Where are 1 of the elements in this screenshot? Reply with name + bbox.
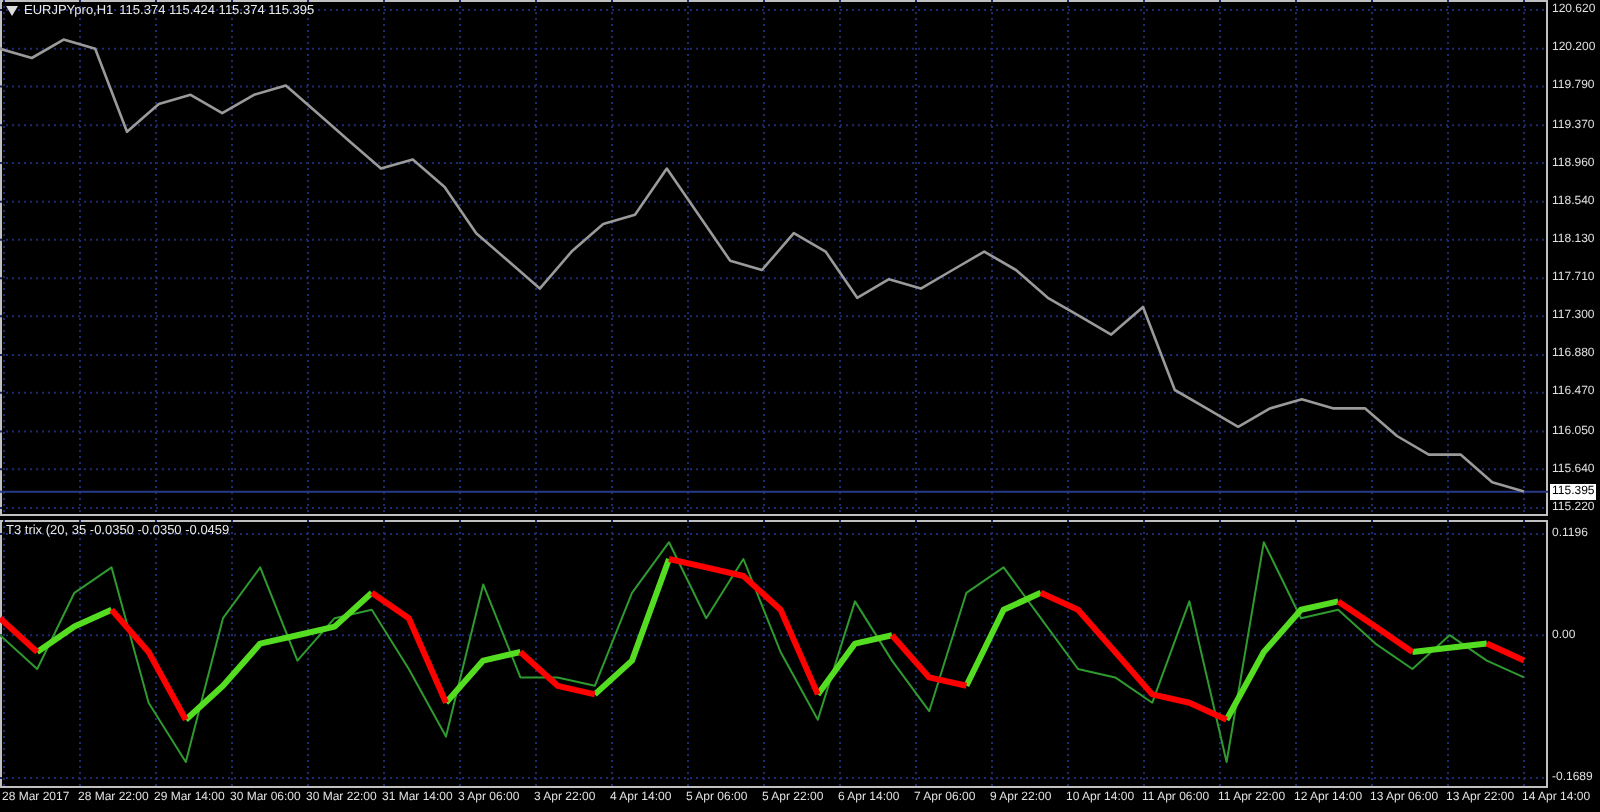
- dropdown-triangle-icon[interactable]: [6, 6, 18, 16]
